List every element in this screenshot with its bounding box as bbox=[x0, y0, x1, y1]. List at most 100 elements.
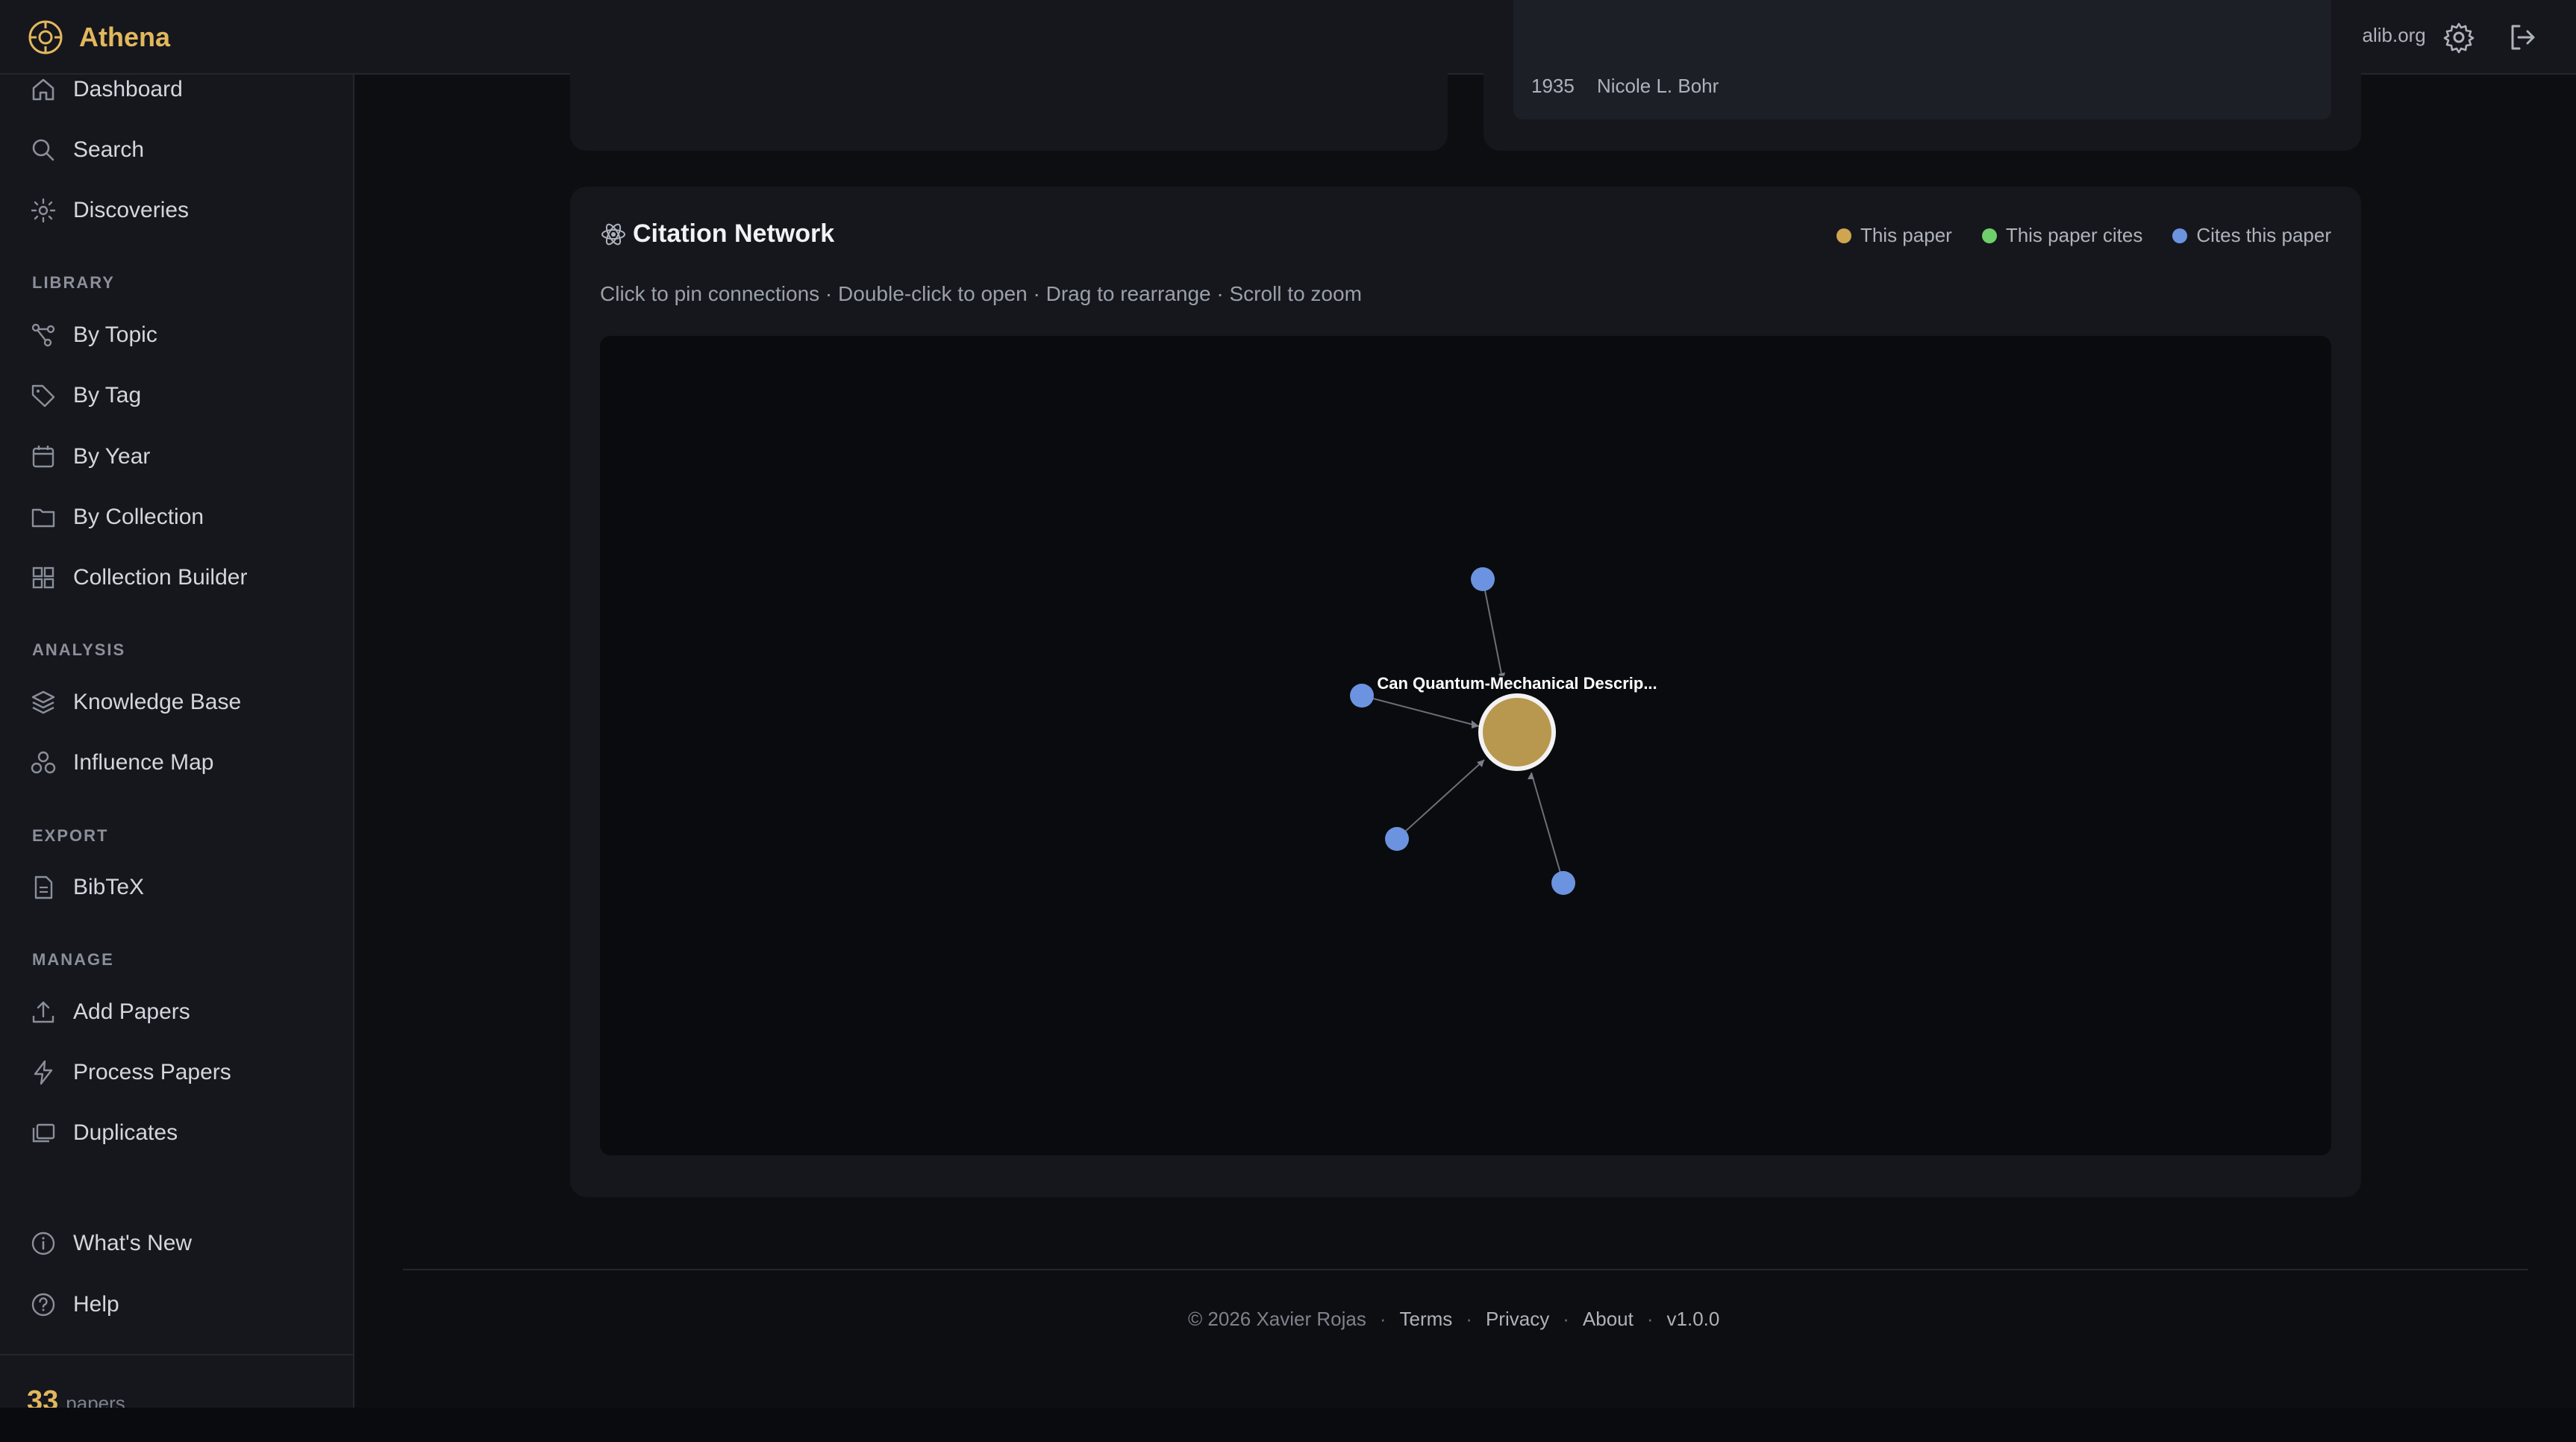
sidebar-item-label: By Year bbox=[73, 444, 151, 469]
edge bbox=[1361, 695, 1480, 727]
sidebar-item-label: Collection Builder bbox=[73, 565, 248, 590]
sidebar: Dashboard Search Discoveries LIBRARY By … bbox=[0, 75, 354, 1408]
atom-icon bbox=[601, 223, 625, 245]
duplicates-icon bbox=[32, 1123, 55, 1143]
citing-node[interactable] bbox=[1551, 871, 1575, 895]
calendar-icon bbox=[32, 446, 54, 468]
footer: © 2026 Xavier Rojas · Terms · Privacy · About ·… bbox=[1188, 1308, 1720, 1330]
sidebar-item-label: By Tag bbox=[73, 383, 142, 408]
sidebar-item-label: Duplicates bbox=[73, 1120, 178, 1145]
sidebar-item-label: By Topic bbox=[73, 322, 157, 347]
sidebar-item-label: Dashboard bbox=[73, 77, 183, 102]
citing-node[interactable] bbox=[1350, 684, 1374, 708]
bottom-strip bbox=[0, 1408, 2576, 1442]
bolt-icon bbox=[34, 1060, 53, 1085]
sidebar-item-by-tag[interactable]: By Tag bbox=[30, 377, 343, 414]
reference-year: 1935 bbox=[1531, 75, 1575, 97]
home-icon bbox=[32, 78, 54, 101]
legend-label: Cites this paper bbox=[2196, 224, 2331, 246]
section-label-library: LIBRARY bbox=[32, 273, 115, 292]
center-paper-label: Can Quantum-Mechanical Descrip... bbox=[1377, 674, 1657, 693]
network-legend: This paper This paper cites Cites this p… bbox=[1807, 224, 2331, 247]
legend-item-this-paper-cites: This paper cites bbox=[1981, 224, 2143, 247]
citation-network-card: Citation Network This paper This paper c… bbox=[570, 187, 2361, 1197]
sidebar-item-label: BibTeX bbox=[73, 875, 145, 899]
info-icon bbox=[31, 1232, 55, 1255]
reference-row[interactable]: 1935 Nicole L. Bohr bbox=[1513, 0, 2331, 119]
sidebar-item-add-papers[interactable]: Add Papers bbox=[30, 993, 343, 1031]
sidebar-item-by-topic[interactable]: By Topic bbox=[30, 316, 343, 354]
sidebar-item-help[interactable]: Help bbox=[30, 1286, 343, 1323]
network-canvas[interactable]: Can Quantum-Mechanical Descrip... bbox=[600, 336, 2331, 1155]
sidebar-item-label: Knowledge Base bbox=[73, 690, 242, 714]
tag-icon bbox=[31, 384, 55, 408]
influence-icon bbox=[31, 751, 56, 774]
footer-link-terms[interactable]: Terms bbox=[1400, 1308, 1453, 1330]
paper-count-number: 33 bbox=[27, 1385, 59, 1408]
citing-node[interactable] bbox=[1385, 827, 1409, 851]
sidebar-item-knowledge-base[interactable]: Knowledge Base bbox=[30, 684, 343, 721]
legend-label: This paper cites bbox=[2005, 224, 2143, 246]
previous-card-left bbox=[570, 0, 1448, 151]
center-paper-node[interactable] bbox=[1478, 693, 1556, 771]
layers-icon bbox=[31, 690, 55, 714]
sidebar-item-dashboard[interactable]: Dashboard bbox=[30, 75, 343, 108]
network-graph[interactable]: Can Quantum-Mechanical Descrip... bbox=[600, 336, 2331, 1155]
footer-link-about[interactable]: About bbox=[1583, 1308, 1634, 1330]
footer-version: v1.0.0 bbox=[1666, 1308, 1720, 1330]
citing-node[interactable] bbox=[1471, 567, 1495, 591]
logout-icon[interactable] bbox=[2506, 21, 2539, 54]
gear-icon[interactable] bbox=[2442, 20, 2476, 54]
section-label-export: EXPORT bbox=[32, 826, 109, 845]
sidebar-item-label: Discoveries bbox=[73, 198, 190, 222]
topic-graph-icon bbox=[31, 323, 55, 347]
sidebar-divider bbox=[0, 1354, 353, 1355]
section-label-analysis: ANALYSIS bbox=[32, 640, 126, 659]
sidebar-item-whats-new[interactable]: What's New bbox=[30, 1225, 343, 1262]
legend-item-this-paper: This paper bbox=[1836, 224, 1952, 247]
sidebar-item-by-year[interactable]: By Year bbox=[30, 438, 343, 475]
paper-count: 33 papers bbox=[27, 1385, 125, 1408]
footer-copyright: © 2026 Xavier Rojas bbox=[1188, 1308, 1366, 1330]
edge-arrow bbox=[1472, 720, 1479, 728]
sparkle-icon bbox=[31, 198, 56, 223]
sidebar-item-label: What's New bbox=[73, 1231, 193, 1255]
reference-author: Nicole L. Bohr bbox=[1597, 75, 1719, 97]
sidebar-item-label: Search bbox=[73, 137, 145, 162]
grid-icon bbox=[32, 566, 54, 589]
brand[interactable]: Athena bbox=[27, 19, 170, 56]
file-icon bbox=[34, 876, 53, 899]
help-icon bbox=[31, 1293, 55, 1317]
sidebar-item-label: Influence Map bbox=[73, 750, 214, 775]
sidebar-item-influence-map[interactable]: Influence Map bbox=[30, 744, 343, 781]
edge-arrow bbox=[1528, 772, 1534, 779]
edge bbox=[1396, 759, 1485, 840]
sidebar-item-collection-builder[interactable]: Collection Builder bbox=[30, 559, 343, 596]
footer-link-privacy[interactable]: Privacy bbox=[1486, 1308, 1549, 1330]
sidebar-item-duplicates[interactable]: Duplicates bbox=[30, 1114, 343, 1152]
app-name: Athena bbox=[79, 22, 171, 52]
citation-network-header: Citation Network bbox=[600, 219, 834, 249]
edge bbox=[1531, 772, 1564, 884]
section-label-manage: MANAGE bbox=[32, 950, 114, 969]
sidebar-item-discoveries[interactable]: Discoveries bbox=[30, 192, 343, 229]
search-icon bbox=[32, 139, 54, 161]
previous-card-right: 1935 Nicole L. Bohr bbox=[1484, 0, 2361, 151]
sidebar-item-label: Add Papers bbox=[73, 999, 190, 1024]
sidebar-item-by-collection[interactable]: By Collection bbox=[30, 499, 343, 536]
sidebar-item-label: Help bbox=[73, 1292, 119, 1317]
sidebar-item-label: Process Papers bbox=[73, 1060, 231, 1084]
legend-item-cites-this-paper: Cites this paper bbox=[2172, 224, 2331, 247]
sidebar-item-label: By Collection bbox=[73, 505, 204, 529]
sidebar-item-bibtex[interactable]: BibTeX bbox=[30, 869, 343, 906]
paper-count-unit: papers bbox=[66, 1392, 125, 1408]
folder-icon bbox=[31, 508, 55, 528]
sidebar-item-search[interactable]: Search bbox=[30, 131, 343, 169]
footer-divider bbox=[403, 1269, 2528, 1270]
sidebar-item-process-papers[interactable]: Process Papers bbox=[30, 1054, 343, 1091]
network-hint: Click to pin connections · Double-click … bbox=[600, 282, 1362, 305]
athena-logo-icon bbox=[28, 20, 63, 54]
legend-label: This paper bbox=[1860, 224, 1952, 246]
legend-dot bbox=[2172, 228, 2188, 243]
upload-icon bbox=[32, 1001, 54, 1023]
